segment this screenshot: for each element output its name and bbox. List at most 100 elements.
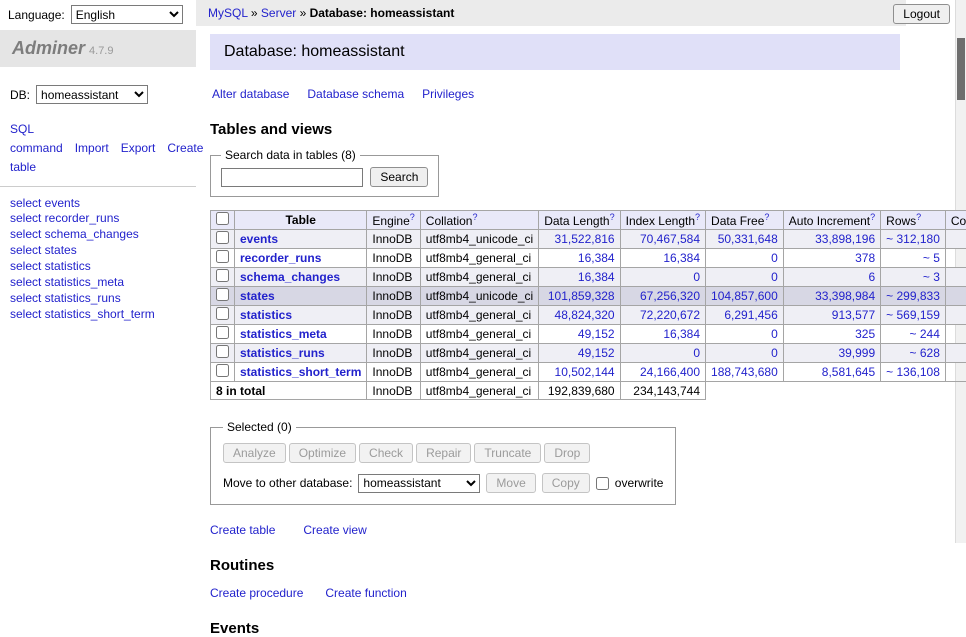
logout-button[interactable]: Logout	[893, 4, 950, 24]
row-checkbox[interactable]	[216, 326, 229, 339]
rows-cell[interactable]: ~ 3	[881, 268, 946, 287]
data-length-cell[interactable]: 10,502,144	[539, 363, 620, 382]
auto-increment-cell[interactable]: 8,581,645	[783, 363, 880, 382]
rows-cell[interactable]: ~ 299,833	[881, 287, 946, 306]
index-length-cell[interactable]: 0	[620, 268, 705, 287]
data-free-cell[interactable]: 188,743,680	[706, 363, 784, 382]
index-length-cell[interactable]: 72,220,672	[620, 306, 705, 325]
data-length-cell[interactable]: 16,384	[539, 268, 620, 287]
move-db-select[interactable]: homeassistant	[358, 474, 480, 493]
auto-increment-cell[interactable]: 913,577	[783, 306, 880, 325]
auto-increment-cell[interactable]: 33,398,984	[783, 287, 880, 306]
routine-link[interactable]: Create procedure	[210, 586, 303, 600]
copy-button[interactable]: Copy	[542, 473, 590, 493]
row-checkbox[interactable]	[216, 345, 229, 358]
sidebar-select-link[interactable]: select states	[10, 243, 186, 258]
sidebar-select-link[interactable]: select statistics_meta	[10, 275, 186, 290]
auto-increment-cell[interactable]: 378	[783, 249, 880, 268]
data-free-cell[interactable]: 50,331,648	[706, 230, 784, 249]
rows-cell[interactable]: ~ 136,108	[881, 363, 946, 382]
truncate-button[interactable]: Truncate	[474, 443, 541, 463]
help-link[interactable]: ?	[870, 212, 875, 222]
help-link[interactable]: ?	[410, 212, 415, 222]
sidebar-select-link[interactable]: select statistics_runs	[10, 291, 186, 306]
help-link[interactable]: ?	[610, 212, 615, 222]
index-length-cell[interactable]: 0	[620, 344, 705, 363]
table-name-link[interactable]: statistics	[240, 308, 292, 322]
rows-cell[interactable]: ~ 312,180	[881, 230, 946, 249]
drop-button[interactable]: Drop	[544, 443, 590, 463]
help-link[interactable]: ?	[764, 212, 769, 222]
table-name-link[interactable]: schema_changes	[240, 270, 340, 284]
data-length-cell[interactable]: 49,152	[539, 344, 620, 363]
db-select[interactable]: homeassistant	[36, 85, 148, 104]
data-free-cell[interactable]: 104,857,600	[706, 287, 784, 306]
routine-link[interactable]: Create function	[325, 586, 406, 600]
overwrite-checkbox[interactable]	[596, 477, 609, 490]
data-length-cell[interactable]: 16,384	[539, 249, 620, 268]
db-action-link[interactable]: Alter database	[212, 87, 289, 101]
rows-cell[interactable]: ~ 5	[881, 249, 946, 268]
create-link[interactable]: Create table	[210, 523, 275, 537]
help-link[interactable]: ?	[472, 212, 477, 222]
auto-increment-cell[interactable]: 39,999	[783, 344, 880, 363]
db-action-link[interactable]: Database schema	[307, 87, 404, 101]
sidebar-select-link[interactable]: select statistics	[10, 259, 186, 274]
repair-button[interactable]: Repair	[416, 443, 471, 463]
check-button[interactable]: Check	[359, 443, 413, 463]
table-name-link[interactable]: states	[240, 289, 275, 303]
search-input[interactable]	[221, 168, 363, 187]
breadcrumb-link[interactable]: MySQL	[208, 6, 248, 20]
data-length-cell[interactable]: 48,824,320	[539, 306, 620, 325]
row-checkbox[interactable]	[216, 250, 229, 263]
search-button[interactable]: Search	[370, 167, 428, 187]
data-free-cell[interactable]: 0	[706, 344, 784, 363]
index-length-cell[interactable]: 24,166,400	[620, 363, 705, 382]
sidebar-select-link[interactable]: select recorder_runs	[10, 211, 186, 226]
language-select[interactable]: English	[71, 5, 183, 24]
data-free-cell[interactable]: 0	[706, 268, 784, 287]
move-button[interactable]: Move	[486, 473, 535, 493]
auto-increment-cell[interactable]: 325	[783, 325, 880, 344]
help-link[interactable]: ?	[916, 212, 921, 222]
data-free-cell[interactable]: 6,291,456	[706, 306, 784, 325]
index-length-cell[interactable]: 16,384	[620, 325, 705, 344]
sidebar-action-link[interactable]: SQL command	[10, 122, 63, 155]
auto-increment-cell[interactable]: 33,898,196	[783, 230, 880, 249]
table-name-link[interactable]: statistics_meta	[240, 327, 327, 341]
data-length-cell[interactable]: 49,152	[539, 325, 620, 344]
table-name-link[interactable]: statistics_short_term	[240, 365, 361, 379]
table-name-link[interactable]: statistics_runs	[240, 346, 325, 360]
table-name-link[interactable]: events	[240, 232, 278, 246]
auto-increment-cell[interactable]: 6	[783, 268, 880, 287]
data-free-cell[interactable]: 0	[706, 249, 784, 268]
help-link[interactable]: ?	[695, 212, 700, 222]
row-checkbox[interactable]	[216, 231, 229, 244]
create-link[interactable]: Create view	[303, 523, 366, 537]
rows-cell[interactable]: ~ 569,159	[881, 306, 946, 325]
row-checkbox[interactable]	[216, 364, 229, 377]
index-length-cell[interactable]: 67,256,320	[620, 287, 705, 306]
analyze-button[interactable]: Analyze	[223, 443, 286, 463]
scrollbar-thumb[interactable]	[957, 38, 965, 100]
data-length-cell[interactable]: 101,859,328	[539, 287, 620, 306]
row-checkbox[interactable]	[216, 307, 229, 320]
select-all-checkbox[interactable]	[216, 212, 229, 225]
sidebar-action-link[interactable]: Import	[75, 141, 109, 155]
sidebar-action-link[interactable]: Export	[121, 141, 156, 155]
adminer-logo-text[interactable]: Adminer	[12, 38, 85, 58]
table-name-link[interactable]: recorder_runs	[240, 251, 321, 265]
data-length-cell[interactable]: 31,522,816	[539, 230, 620, 249]
breadcrumb-link[interactable]: Server	[261, 6, 296, 20]
data-free-cell[interactable]: 0	[706, 325, 784, 344]
row-checkbox[interactable]	[216, 288, 229, 301]
optimize-button[interactable]: Optimize	[289, 443, 356, 463]
row-checkbox[interactable]	[216, 269, 229, 282]
rows-cell[interactable]: ~ 628	[881, 344, 946, 363]
sidebar-select-link[interactable]: select statistics_short_term	[10, 307, 186, 322]
index-length-cell[interactable]: 16,384	[620, 249, 705, 268]
sidebar-select-link[interactable]: select events	[10, 196, 186, 211]
overwrite-label[interactable]: overwrite	[615, 476, 664, 490]
db-action-link[interactable]: Privileges	[422, 87, 474, 101]
sidebar-select-link[interactable]: select schema_changes	[10, 227, 186, 242]
